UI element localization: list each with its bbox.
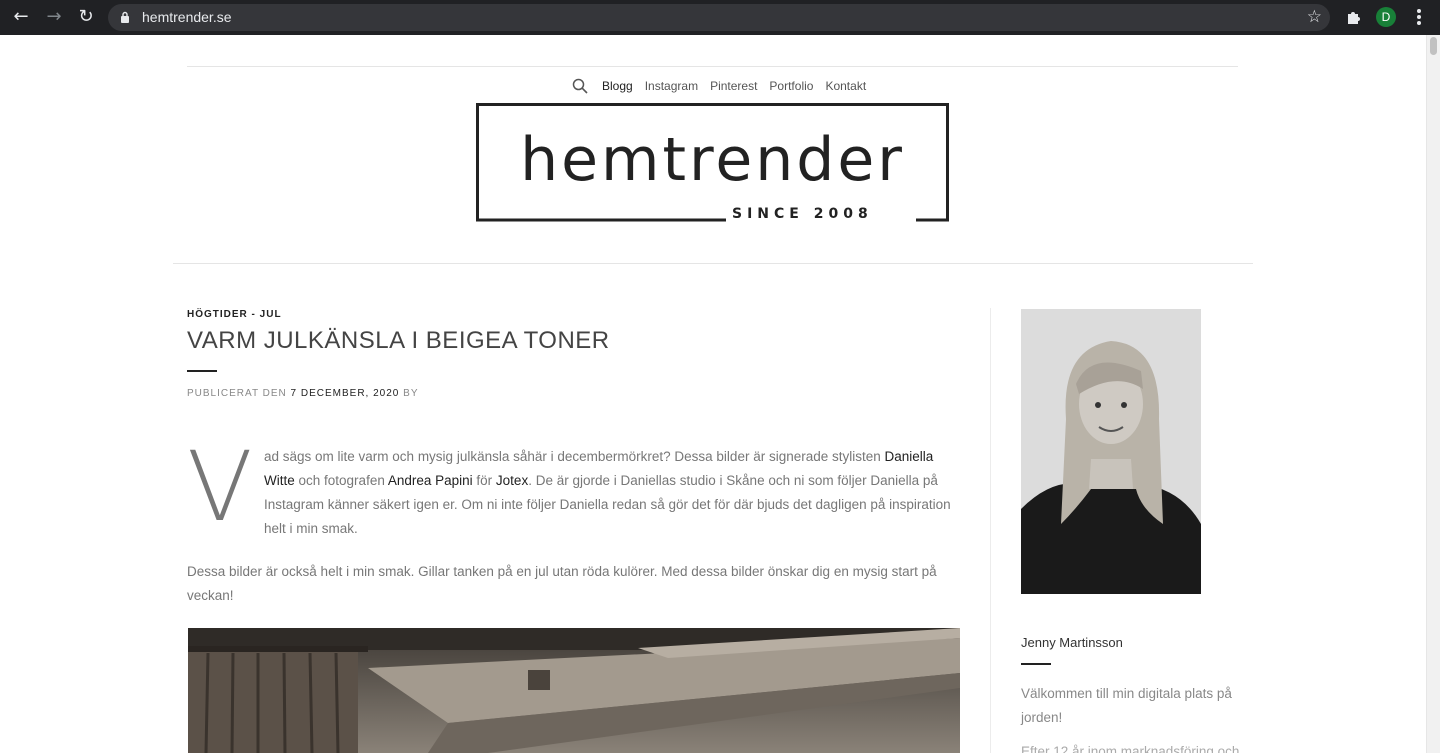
- link-andrea-papini[interactable]: Andrea Papini: [388, 473, 473, 488]
- author-bio-continued: Efter 12 år inom marknadsföring och: [1021, 744, 1240, 753]
- lock-icon: [121, 11, 129, 23]
- webpage: Blogg Instagram Pinterest Portfolio Kont…: [0, 35, 1440, 753]
- text: och fotografen: [294, 473, 388, 488]
- sidebar-divider: [990, 308, 991, 753]
- forward-arrow-icon[interactable]: →: [43, 6, 65, 28]
- photo-interior: [188, 628, 960, 753]
- nav-blogg[interactable]: Blogg: [602, 79, 633, 93]
- title-divider: [187, 370, 217, 372]
- logo-tagline: SINCE 2008: [732, 206, 873, 222]
- divider: [173, 263, 1253, 264]
- post-date[interactable]: 7 DECEMBER, 2020: [291, 388, 400, 399]
- drop-cap: V: [187, 431, 253, 543]
- nav-portfolio[interactable]: Portfolio: [769, 79, 813, 93]
- text: ad sägs om lite varm och mysig julkänsla…: [264, 449, 885, 464]
- scrollbar[interactable]: [1426, 35, 1440, 753]
- post-photo: [188, 628, 960, 753]
- author-divider: [1021, 663, 1051, 665]
- text: för: [472, 473, 496, 488]
- reload-icon[interactable]: ↻: [75, 6, 97, 28]
- extensions-puzzle-icon[interactable]: [1345, 8, 1363, 26]
- address-bar[interactable]: hemtrender.se ☆: [108, 4, 1330, 31]
- post-category[interactable]: HÖGTIDER - JUL: [187, 309, 282, 320]
- bookmark-star-icon[interactable]: ☆: [1307, 7, 1322, 27]
- search-icon[interactable]: [572, 78, 588, 94]
- author-portrait: [1021, 309, 1201, 594]
- post-title: VARM JULKÄNSLA I BEIGEA TONER: [187, 327, 610, 354]
- browser-toolbar: ← → ↻ hemtrender.se ☆ D: [0, 0, 1440, 35]
- link-jotex[interactable]: Jotex: [496, 473, 528, 488]
- profile-avatar[interactable]: D: [1376, 7, 1396, 27]
- author-name: Jenny Martinsson: [1021, 635, 1123, 650]
- author-bio: Välkommen till min digitala plats på jor…: [1021, 686, 1232, 725]
- meta-prefix: PUBLICERAT DEN: [187, 388, 287, 399]
- divider: [187, 66, 1238, 67]
- post-paragraph: ad sägs om lite varm och mysig julkänsla…: [264, 445, 964, 541]
- main-navigation: Blogg Instagram Pinterest Portfolio Kont…: [572, 76, 878, 96]
- url-text: hemtrender.se: [142, 9, 232, 25]
- site-logo[interactable]: hemtrender SINCE 2008: [476, 103, 949, 222]
- browser-menu-icon[interactable]: [1414, 7, 1424, 27]
- logo-wordmark: hemtrender: [520, 125, 905, 195]
- scrollbar-thumb[interactable]: [1430, 37, 1437, 55]
- nav-instagram[interactable]: Instagram: [645, 79, 698, 93]
- post-paragraph: Dessa bilder är också helt i min smak. G…: [187, 564, 937, 603]
- nav-kontakt[interactable]: Kontakt: [825, 79, 866, 93]
- nav-pinterest[interactable]: Pinterest: [710, 79, 757, 93]
- post-meta: PUBLICERAT DEN 7 DECEMBER, 2020 BY: [187, 388, 419, 399]
- portrait-photo: [1021, 309, 1201, 594]
- meta-suffix: BY: [403, 388, 419, 399]
- back-arrow-icon[interactable]: ←: [10, 6, 32, 28]
